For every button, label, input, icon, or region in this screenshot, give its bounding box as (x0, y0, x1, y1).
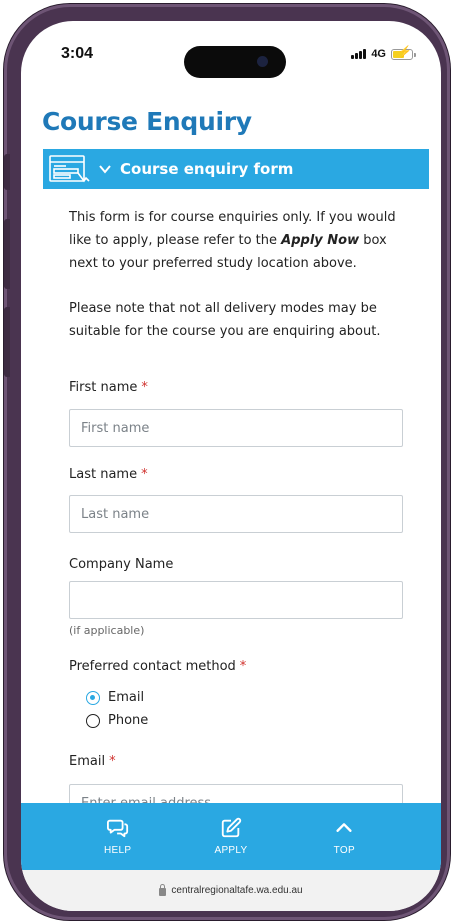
contact-option-email[interactable]: Email (86, 690, 144, 705)
form-header-label: Course enquiry form (120, 160, 294, 178)
apply-now-emphasis: Apply Now (281, 233, 360, 248)
last-name-label: Last name * (69, 467, 148, 482)
browser-url: centralregionaltafe.wa.edu.au (171, 885, 303, 896)
phone-screen: 3:04 4G ⚡ Course Enquiry Course enquiry … (21, 21, 441, 911)
required-marker: * (141, 467, 148, 482)
required-marker: * (239, 659, 247, 674)
volume-up-button (4, 219, 10, 289)
volume-down-button (4, 307, 10, 377)
nav-apply-label: APPLY (214, 845, 248, 856)
delivery-note: Please note that not all delivery modes … (69, 301, 381, 339)
course-enquiry-form-toggle[interactable]: Course enquiry form (43, 149, 429, 189)
lock-icon (159, 883, 167, 896)
contact-method-label: Preferred contact method * (69, 659, 246, 674)
signal-icon (351, 49, 367, 59)
page-title: Course Enquiry (42, 107, 252, 136)
nav-help[interactable]: HELP (83, 817, 153, 856)
first-name-label-text: First name (69, 380, 138, 395)
chevron-up-icon (336, 823, 352, 832)
company-name-label: Company Name (69, 557, 174, 572)
chevron-down-icon (99, 165, 111, 174)
last-name-input[interactable] (69, 495, 403, 533)
phone-frame: 3:04 4G ⚡ Course Enquiry Course enquiry … (4, 4, 450, 920)
bottom-nav: HELP APPLY TOP (21, 803, 441, 870)
nav-help-label: HELP (103, 845, 132, 856)
required-marker: * (141, 380, 148, 395)
first-name-label: First name * (69, 380, 148, 395)
battery-icon: ⚡ (391, 46, 416, 60)
chat-icon (106, 819, 128, 838)
nav-top[interactable]: TOP (309, 817, 379, 856)
browser-url-bar[interactable]: centralregionaltafe.wa.edu.au (21, 870, 441, 911)
edit-icon (221, 817, 242, 838)
company-name-hint: (if applicable) (69, 624, 145, 637)
status-indicators: 4G ⚡ (351, 46, 416, 60)
network-label: 4G (371, 48, 386, 60)
radio-email[interactable] (86, 690, 100, 705)
email-label: Email * (69, 754, 116, 769)
contact-option-phone[interactable]: Phone (86, 713, 148, 728)
form-icon (46, 151, 92, 187)
action-button (4, 154, 10, 190)
contact-option-phone-label: Phone (108, 713, 149, 728)
nav-apply[interactable]: APPLY (196, 817, 266, 856)
intro-paragraph: This form is for course enquiries only. … (69, 206, 419, 275)
radio-phone[interactable] (86, 713, 100, 728)
contact-method-label-text: Preferred contact method (69, 659, 236, 674)
status-time: 3:04 (61, 45, 94, 62)
first-name-input[interactable] (69, 409, 403, 447)
company-name-input[interactable] (69, 581, 403, 619)
last-name-label-text: Last name (69, 467, 138, 482)
required-marker: * (109, 754, 116, 769)
dynamic-island (184, 46, 286, 78)
email-label-text: Email (69, 754, 106, 769)
nav-top-label: TOP (333, 845, 355, 856)
camera-icon (257, 56, 268, 67)
contact-option-email-label: Email (108, 690, 145, 705)
